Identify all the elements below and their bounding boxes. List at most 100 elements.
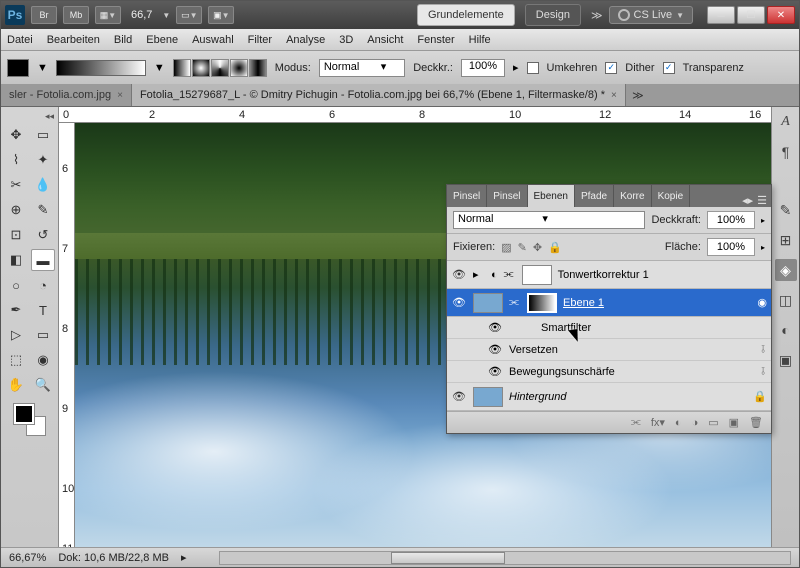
close-tab-icon[interactable]: × — [117, 90, 123, 101]
masks-panel-icon[interactable]: ▣ — [775, 349, 797, 371]
tab-kopie[interactable]: Kopie — [652, 185, 691, 207]
group-icon[interactable]: ▭ — [708, 416, 718, 429]
menu-auswahl[interactable]: Auswahl — [192, 34, 234, 46]
close-button[interactable]: ✕ — [767, 6, 795, 24]
layer-name[interactable]: Ebene 1 — [563, 297, 751, 309]
tab-korrekturen[interactable]: Korre — [614, 185, 651, 207]
foreground-color[interactable] — [14, 404, 34, 424]
menu-fenster[interactable]: Fenster — [417, 34, 454, 46]
tab-pinsel2[interactable]: Pinsel — [487, 185, 527, 207]
dither-checkbox[interactable]: ✓ — [605, 62, 617, 74]
marquee-tool[interactable]: ▭ — [31, 124, 55, 146]
color-swatches[interactable] — [14, 404, 46, 436]
healing-tool[interactable]: ⊕ — [4, 199, 28, 221]
tool-preset[interactable] — [7, 59, 29, 77]
eyedropper-tool[interactable]: 💧 — [31, 174, 55, 196]
link-icon[interactable]: ⫘ — [504, 268, 516, 281]
menu-3d[interactable]: 3D — [339, 34, 353, 46]
document-tab-2[interactable]: Fotolia_15279687_L - © Dmitry Pichugin -… — [132, 84, 626, 106]
menu-analyse[interactable]: Analyse — [286, 34, 325, 46]
menu-bild[interactable]: Bild — [114, 34, 132, 46]
filter-blend-icon[interactable]: ⫱ — [761, 344, 765, 355]
adjustments-panel-icon[interactable]: ◐ — [775, 319, 797, 341]
menu-ebene[interactable]: Ebene — [146, 34, 178, 46]
document-tab-1[interactable]: sler - Fotolia.com.jpg× — [1, 84, 132, 106]
camera-tool[interactable]: ◉ — [31, 349, 55, 371]
visibility-icon[interactable]: 👁 — [487, 321, 503, 334]
layer-opacity-value[interactable]: 100% — [707, 211, 755, 229]
layer-thumbnail[interactable] — [473, 293, 503, 313]
tab-ebenen[interactable]: Ebenen — [528, 185, 575, 207]
brush-panel-icon[interactable]: ✎ — [775, 199, 797, 221]
menu-bearbeiten[interactable]: Bearbeiten — [47, 34, 100, 46]
filter-mask-thumbnail[interactable] — [509, 320, 535, 336]
layer-thumbnail[interactable] — [473, 387, 503, 407]
minimize-button[interactable]: － — [707, 6, 735, 24]
gradient-reflected[interactable] — [230, 59, 248, 77]
tab-pinsel[interactable]: Pinsel — [447, 185, 487, 207]
layer-name[interactable]: Hintergrund — [509, 391, 747, 403]
clone-panel-icon[interactable]: ⊞ — [775, 229, 797, 251]
workspace-more[interactable]: ≫ — [591, 9, 603, 22]
visibility-icon[interactable]: 👁 — [487, 343, 503, 356]
character-panel-icon[interactable]: A — [775, 111, 797, 133]
panel-menu-icon[interactable]: ☰ — [757, 194, 767, 207]
layer-fill-value[interactable]: 100% — [707, 238, 755, 256]
zoom-tool[interactable]: 🔍 — [31, 374, 55, 396]
type-tool[interactable]: T — [31, 299, 55, 321]
brush-tool[interactable]: ✎ — [31, 199, 55, 221]
adjustment-layer-icon[interactable]: ◑ — [692, 417, 699, 429]
arrange-button[interactable]: ▭▼ — [176, 6, 202, 24]
gradient-angle[interactable] — [211, 59, 229, 77]
delete-layer-icon[interactable]: 🗑 — [749, 416, 763, 429]
mask-thumbnail[interactable] — [522, 265, 552, 285]
visibility-icon[interactable]: 👁 — [451, 390, 467, 403]
close-tab-icon[interactable]: × — [611, 90, 617, 101]
wand-tool[interactable]: ✦ — [31, 149, 55, 171]
history-brush-tool[interactable]: ↺ — [31, 224, 55, 246]
visibility-icon[interactable]: 👁 — [451, 296, 467, 309]
visibility-icon[interactable]: 👁 — [451, 268, 467, 281]
filter-blend-icon[interactable]: ⫱ — [761, 366, 765, 377]
filter-versetzen[interactable]: 👁 Versetzen ⫱ — [447, 339, 771, 361]
visibility-icon[interactable]: 👁 — [487, 365, 503, 378]
dodge-tool[interactable]: ◔ — [31, 274, 55, 296]
gradient-radial[interactable] — [192, 59, 210, 77]
lock-pixels-icon[interactable]: ✎ — [518, 241, 527, 254]
gradient-linear[interactable] — [173, 59, 191, 77]
layer-ebene1[interactable]: 👁 ⫘ Ebene 1 ◉ — [447, 289, 771, 317]
paragraph-panel-icon[interactable]: ¶ — [775, 141, 797, 163]
layer-hintergrund[interactable]: 👁 Hintergrund 🔒 — [447, 383, 771, 411]
hand-tool[interactable]: ✋ — [4, 374, 28, 396]
panel-collapse-icon[interactable]: ◂▸ — [742, 194, 753, 207]
shape-tool[interactable]: ▭ — [31, 324, 55, 346]
menu-ansicht[interactable]: Ansicht — [367, 34, 403, 46]
gradient-diamond[interactable] — [249, 59, 267, 77]
layer-name[interactable]: Tonwertkorrektur 1 — [558, 269, 767, 281]
pen-tool[interactable]: ✒ — [4, 299, 28, 321]
layer-mask-icon[interactable]: ◐ — [675, 417, 682, 429]
filter-mask-thumbnail[interactable] — [527, 293, 557, 313]
3d-tool[interactable]: ⬚ — [4, 349, 28, 371]
mode-select[interactable]: Normal ▾ — [319, 59, 405, 77]
layer-fx-icon[interactable]: fx▾ — [651, 416, 665, 429]
opacity-value[interactable]: 100% — [461, 59, 505, 77]
workspace-grundelemente[interactable]: Grundelemente — [417, 4, 515, 26]
paths-panel-icon[interactable]: ◫ — [775, 289, 797, 311]
zoom-dropdown[interactable]: ▼ — [162, 11, 170, 20]
crop-tool[interactable]: ✂ — [4, 174, 28, 196]
status-doc-info[interactable]: Dok: 10,6 MB/22,8 MB — [58, 552, 169, 564]
cslive-button[interactable]: CS Live▼ — [609, 6, 693, 24]
transparency-checkbox[interactable]: ✓ — [663, 62, 675, 74]
tab-pfade[interactable]: Pfade — [575, 185, 614, 207]
link-icon[interactable]: ⫘ — [509, 296, 521, 309]
workspace-design[interactable]: Design — [525, 4, 581, 26]
tabs-overflow[interactable]: ≫ — [626, 84, 650, 106]
lasso-tool[interactable]: ⌇ — [4, 149, 28, 171]
minibridge-button[interactable]: Mb — [63, 6, 89, 24]
lock-transparency-icon[interactable]: ▨ — [501, 241, 511, 254]
stamp-tool[interactable]: ⊡ — [4, 224, 28, 246]
layers-panel-icon[interactable]: ◈ — [775, 259, 797, 281]
view-extras-button[interactable]: ▦▼ — [95, 6, 121, 24]
status-arrow[interactable]: ▸ — [181, 551, 187, 564]
